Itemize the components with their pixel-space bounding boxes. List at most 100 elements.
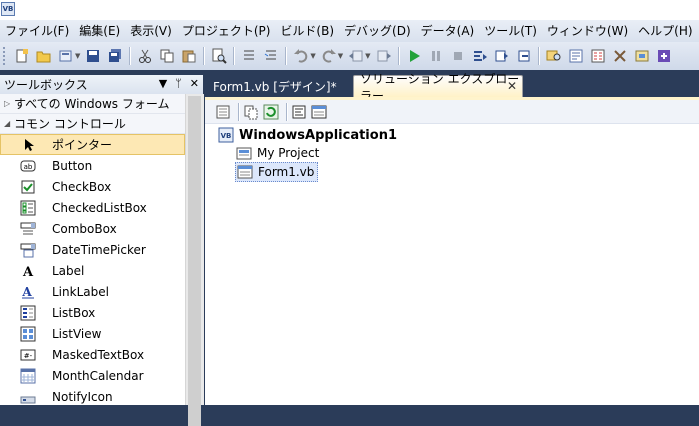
redo-icon[interactable]	[321, 48, 337, 64]
window-position-dropdown-icon[interactable]: ▼	[159, 77, 167, 90]
close-tab-icon[interactable]: ✕	[507, 79, 517, 93]
paste-icon[interactable]	[181, 48, 197, 64]
toolbox-item-label: LinkLabel	[52, 284, 109, 299]
solution-explorer-icon[interactable]	[568, 48, 584, 64]
toolbar-separator	[286, 102, 288, 121]
toolbox-item-checkedlistbox[interactable]: CheckedListBox	[0, 197, 185, 218]
toolbox-title: ツールボックス	[4, 78, 88, 92]
toolbox-item-label-control[interactable]: A Label	[0, 260, 185, 281]
break-all-icon[interactable]	[428, 48, 444, 64]
menu-project[interactable]: プロジェクト(P)	[177, 20, 276, 42]
undo-icon[interactable]	[293, 48, 309, 64]
toolbar-grip[interactable]	[3, 47, 8, 65]
toolbox-item-combobox[interactable]: ComboBox	[0, 218, 185, 239]
tree-node-project[interactable]: VB WindowsApplication1	[218, 126, 397, 144]
toolbox-scrollbar[interactable]	[185, 94, 204, 426]
toolbox-item-linklabel[interactable]: A LinkLabel	[0, 281, 185, 302]
document-tab-bar: Form1.vb [デザイン]* ソリューション エクスプローラー ✕	[205, 72, 699, 103]
toolbox-item-label: CheckBox	[52, 179, 112, 194]
toolbox-item-label: ポインター	[52, 138, 113, 152]
toolbar-separator	[397, 47, 400, 65]
show-all-files-icon[interactable]	[243, 104, 259, 120]
toolbox-item-notifyicon[interactable]: NotifyIcon	[0, 386, 185, 407]
toolbox-window-icon[interactable]	[612, 48, 628, 64]
tab-form1-design[interactable]: Form1.vb [デザイン]*	[205, 75, 351, 97]
navigate-backward-icon[interactable]	[348, 48, 364, 64]
properties-icon[interactable]	[215, 104, 231, 120]
menu-edit[interactable]: 編集(E)	[74, 20, 125, 42]
toolbox-group-common-controls[interactable]: ◢ コモン コントロール	[0, 114, 185, 134]
step-out-icon[interactable]	[516, 48, 532, 64]
tree-node-form1[interactable]: Form1.vb	[235, 162, 319, 182]
toolbar-separator	[233, 47, 236, 65]
add-item-dropdown-icon[interactable]: ▼	[75, 52, 80, 60]
properties-window-icon[interactable]	[590, 48, 606, 64]
svg-text:ab: ab	[24, 163, 33, 171]
view-designer-icon[interactable]	[311, 104, 327, 120]
new-project-icon[interactable]	[14, 48, 30, 64]
redo-dropdown-icon[interactable]: ▼	[338, 52, 343, 60]
menu-view[interactable]: 表示(V)	[125, 20, 177, 42]
toolbox-item-checkbox[interactable]: CheckBox	[0, 176, 185, 197]
find-in-files-icon[interactable]	[546, 48, 562, 64]
menu-build[interactable]: ビルド(B)	[275, 20, 339, 42]
toolbox-item-label: Button	[52, 158, 93, 173]
toolbox-item-maskedtextbox[interactable]: #- MaskedTextBox	[0, 344, 185, 365]
step-over-icon[interactable]	[494, 48, 510, 64]
toolbox-item-label: ListBox	[52, 305, 96, 320]
toolbox-item-listbox[interactable]: ListBox	[0, 302, 185, 323]
view-code-icon[interactable]	[291, 104, 307, 120]
object-browser-icon[interactable]	[634, 48, 650, 64]
menu-debug[interactable]: デバッグ(D)	[339, 20, 416, 42]
navigate-forward-icon[interactable]	[376, 48, 392, 64]
collapse-icon[interactable]: ◢	[4, 119, 14, 128]
navigate-backward-dropdown-icon[interactable]: ▼	[365, 52, 370, 60]
toolbar-separator	[129, 47, 132, 65]
toolbar-separator	[537, 47, 540, 65]
toolbox-item-datetimepicker[interactable]: DateTimePicker	[0, 239, 185, 260]
tree-node-my-project[interactable]: My Project	[236, 144, 319, 162]
close-icon[interactable]: ✕	[190, 77, 199, 90]
toolbox-item-pointer[interactable]: ポインター	[0, 134, 185, 155]
svg-text:A: A	[21, 285, 32, 299]
menu-bar: ファイル(F) 編集(E) 表示(V) プロジェクト(P) ビルド(B) デバッ…	[0, 20, 699, 42]
toolbox-item-listview[interactable]: ListView	[0, 323, 185, 344]
expand-icon[interactable]: ▷	[4, 99, 14, 108]
scrollbar-thumb[interactable]	[188, 96, 201, 426]
menu-help[interactable]: ヘルプ(H)	[633, 20, 697, 42]
menu-tools[interactable]: ツール(T)	[479, 20, 542, 42]
listbox-icon	[20, 305, 36, 321]
listview-icon	[20, 326, 36, 342]
step-into-icon[interactable]	[472, 48, 488, 64]
toolbar-separator	[203, 47, 206, 65]
add-item-icon[interactable]	[58, 48, 74, 64]
tab-label: Form1.vb [デザイン]*	[213, 79, 337, 94]
save-all-icon[interactable]	[107, 48, 123, 64]
toolbox-item-label: CheckedListBox	[52, 200, 147, 215]
find-icon[interactable]	[211, 48, 228, 64]
app-logo-icon: VB	[1, 2, 15, 16]
menu-window[interactable]: ウィンドウ(W)	[542, 20, 633, 42]
extension-manager-icon[interactable]	[656, 48, 672, 64]
tab-solution-explorer[interactable]: ソリューション エクスプローラー ✕	[353, 72, 523, 103]
refresh-icon[interactable]	[263, 104, 279, 120]
toolbox-item-label: MaskedTextBox	[52, 347, 145, 362]
uncomment-icon[interactable]	[263, 48, 279, 64]
toolbox-group-all-windows-forms[interactable]: ▷ すべての Windows フォーム	[0, 94, 185, 114]
notifyicon-icon	[20, 389, 36, 405]
open-file-icon[interactable]	[36, 48, 52, 64]
label-icon: A	[20, 263, 36, 279]
cut-icon[interactable]	[137, 48, 153, 64]
save-icon[interactable]	[85, 48, 101, 64]
copy-icon[interactable]	[159, 48, 175, 64]
stop-debugging-icon[interactable]	[450, 48, 466, 64]
undo-dropdown-icon[interactable]: ▼	[310, 52, 315, 60]
toolbox-item-button[interactable]: ab Button	[0, 155, 185, 176]
start-debugging-icon[interactable]	[406, 48, 422, 64]
checkedlistbox-icon	[20, 200, 36, 216]
toolbox-item-monthcalendar[interactable]: MonthCalendar	[0, 365, 185, 386]
comment-icon[interactable]	[241, 48, 257, 64]
menu-file[interactable]: ファイル(F)	[0, 20, 74, 42]
auto-hide-pin-icon[interactable]: ᛘ	[175, 77, 182, 90]
menu-data[interactable]: データ(A)	[416, 20, 480, 42]
